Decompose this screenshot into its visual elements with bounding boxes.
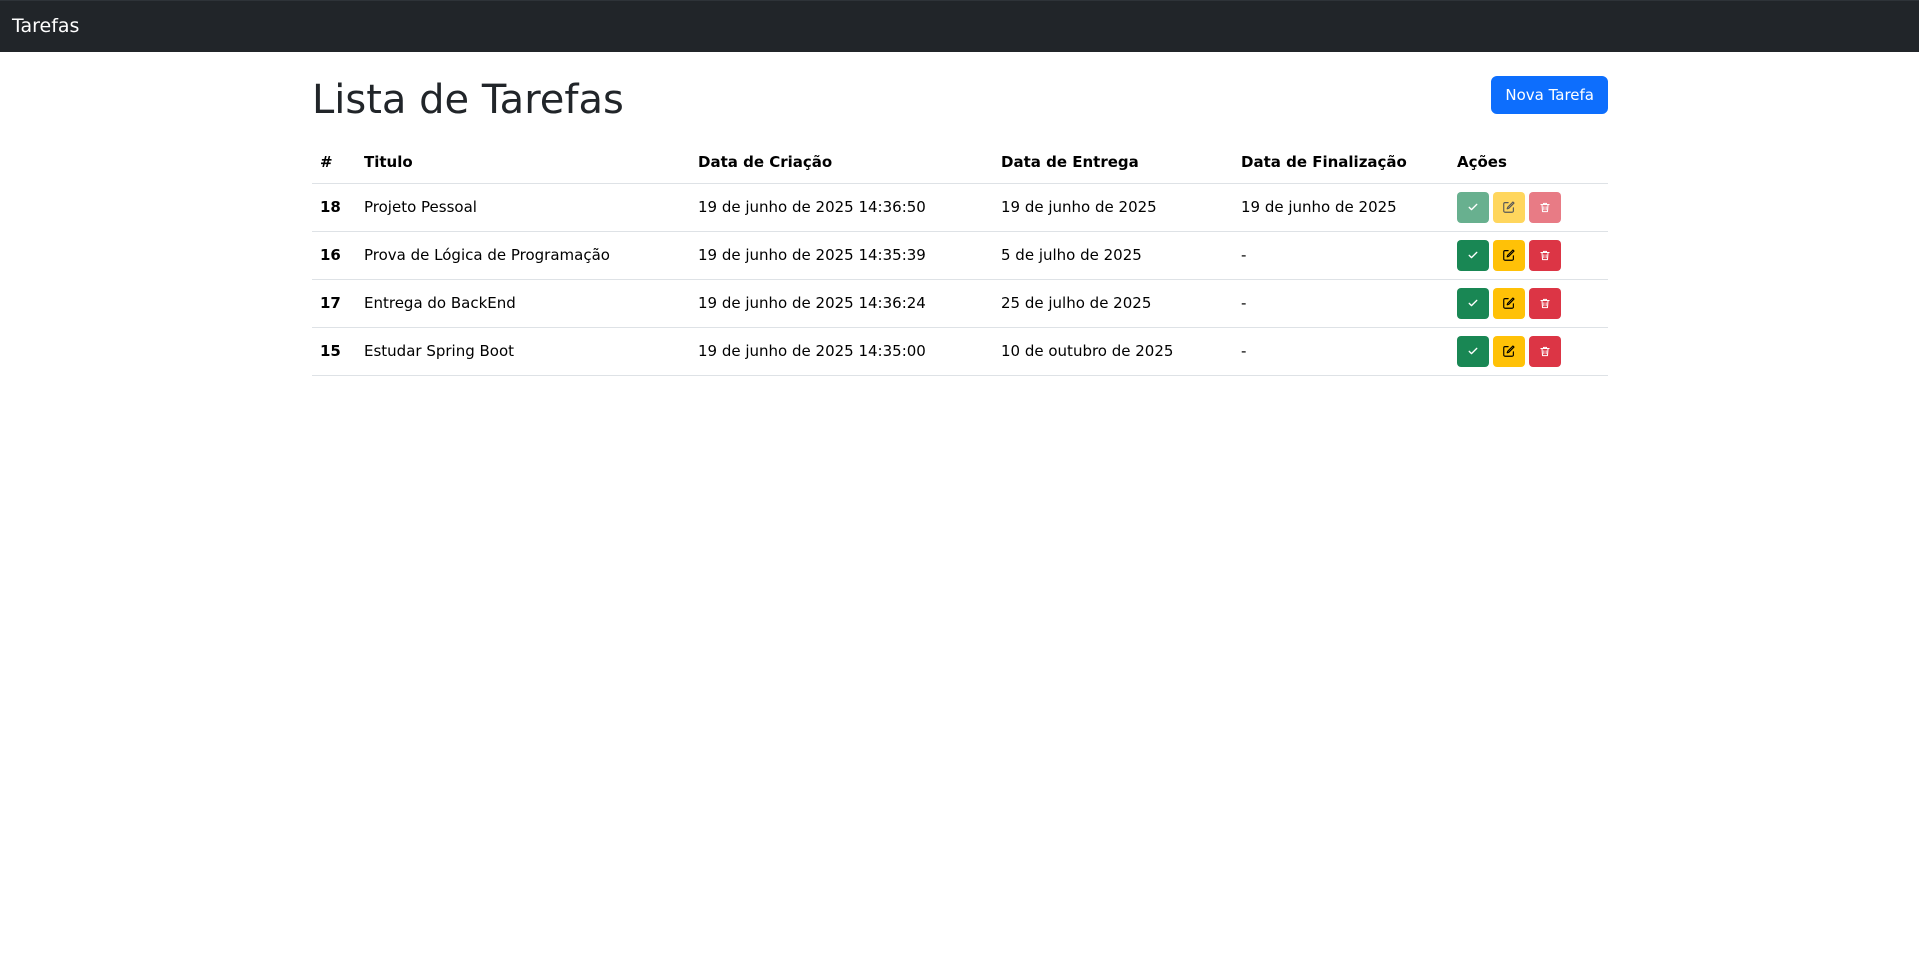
pencil-square-icon xyxy=(1503,201,1515,213)
task-due-date: 19 de junho de 2025 xyxy=(993,183,1233,232)
task-due-date: 5 de julho de 2025 xyxy=(993,231,1233,280)
trash-icon xyxy=(1540,346,1550,356)
edit-task-button[interactable] xyxy=(1493,191,1525,223)
task-finished-date: - xyxy=(1233,279,1449,328)
column-header-created: Data de Criação xyxy=(690,142,993,184)
task-actions xyxy=(1449,279,1608,328)
task-title: Estudar Spring Boot xyxy=(356,327,690,376)
table-header-row: # Titulo Data de Criação Data de Entrega… xyxy=(312,142,1608,184)
complete-task-button[interactable] xyxy=(1457,287,1489,319)
column-header-actions: Ações xyxy=(1449,142,1608,184)
delete-task-button[interactable] xyxy=(1529,335,1561,367)
task-id: 18 xyxy=(312,183,356,232)
check-icon xyxy=(1468,251,1478,259)
navbar-brand[interactable]: Tarefas xyxy=(12,14,79,38)
complete-task-button[interactable] xyxy=(1457,239,1489,271)
navbar: Tarefas xyxy=(0,0,1919,52)
tasks-table: # Titulo Data de Criação Data de Entrega… xyxy=(312,142,1608,376)
complete-task-button[interactable] xyxy=(1457,191,1489,223)
task-created-date: 19 de junho de 2025 14:36:50 xyxy=(690,183,993,232)
task-due-date: 25 de julho de 2025 xyxy=(993,279,1233,328)
pencil-square-icon xyxy=(1503,297,1515,309)
column-header-title: Titulo xyxy=(356,142,690,184)
task-finished-date: 19 de junho de 2025 xyxy=(1233,183,1449,232)
complete-task-button[interactable] xyxy=(1457,335,1489,367)
table-row: 15 Estudar Spring Boot 19 de junho de 20… xyxy=(312,327,1608,376)
page-title: Lista de Tarefas xyxy=(312,77,624,123)
edit-task-button[interactable] xyxy=(1493,335,1525,367)
task-due-date: 10 de outubro de 2025 xyxy=(993,327,1233,376)
task-actions xyxy=(1449,183,1608,232)
trash-icon xyxy=(1540,298,1550,308)
table-row: 17 Entrega do BackEnd 19 de junho de 202… xyxy=(312,279,1608,328)
task-id: 15 xyxy=(312,327,356,376)
task-id: 17 xyxy=(312,279,356,328)
task-title: Prova de Lógica de Programação xyxy=(356,231,690,280)
new-task-button[interactable]: Nova Tarefa xyxy=(1491,76,1608,114)
task-created-date: 19 de junho de 2025 14:35:00 xyxy=(690,327,993,376)
check-icon xyxy=(1468,203,1478,211)
delete-task-button[interactable] xyxy=(1529,191,1561,223)
check-icon xyxy=(1468,347,1478,355)
task-id: 16 xyxy=(312,231,356,280)
trash-icon xyxy=(1540,250,1550,260)
task-actions xyxy=(1449,231,1608,280)
column-header-due: Data de Entrega xyxy=(993,142,1233,184)
task-created-date: 19 de junho de 2025 14:36:24 xyxy=(690,279,993,328)
task-finished-date: - xyxy=(1233,327,1449,376)
trash-icon xyxy=(1540,202,1550,212)
column-header-finished: Data de Finalização xyxy=(1233,142,1449,184)
task-finished-date: - xyxy=(1233,231,1449,280)
delete-task-button[interactable] xyxy=(1529,239,1561,271)
task-actions xyxy=(1449,327,1608,376)
table-row: 18 Projeto Pessoal 19 de junho de 2025 1… xyxy=(312,183,1608,232)
delete-task-button[interactable] xyxy=(1529,287,1561,319)
edit-task-button[interactable] xyxy=(1493,239,1525,271)
pencil-square-icon xyxy=(1503,249,1515,261)
check-icon xyxy=(1468,299,1478,307)
task-created-date: 19 de junho de 2025 14:35:39 xyxy=(690,231,993,280)
edit-task-button[interactable] xyxy=(1493,287,1525,319)
pencil-square-icon xyxy=(1503,345,1515,357)
table-row: 16 Prova de Lógica de Programação 19 de … xyxy=(312,231,1608,280)
task-title: Projeto Pessoal xyxy=(356,183,690,232)
task-title: Entrega do BackEnd xyxy=(356,279,690,328)
column-header-id: # xyxy=(312,142,356,184)
